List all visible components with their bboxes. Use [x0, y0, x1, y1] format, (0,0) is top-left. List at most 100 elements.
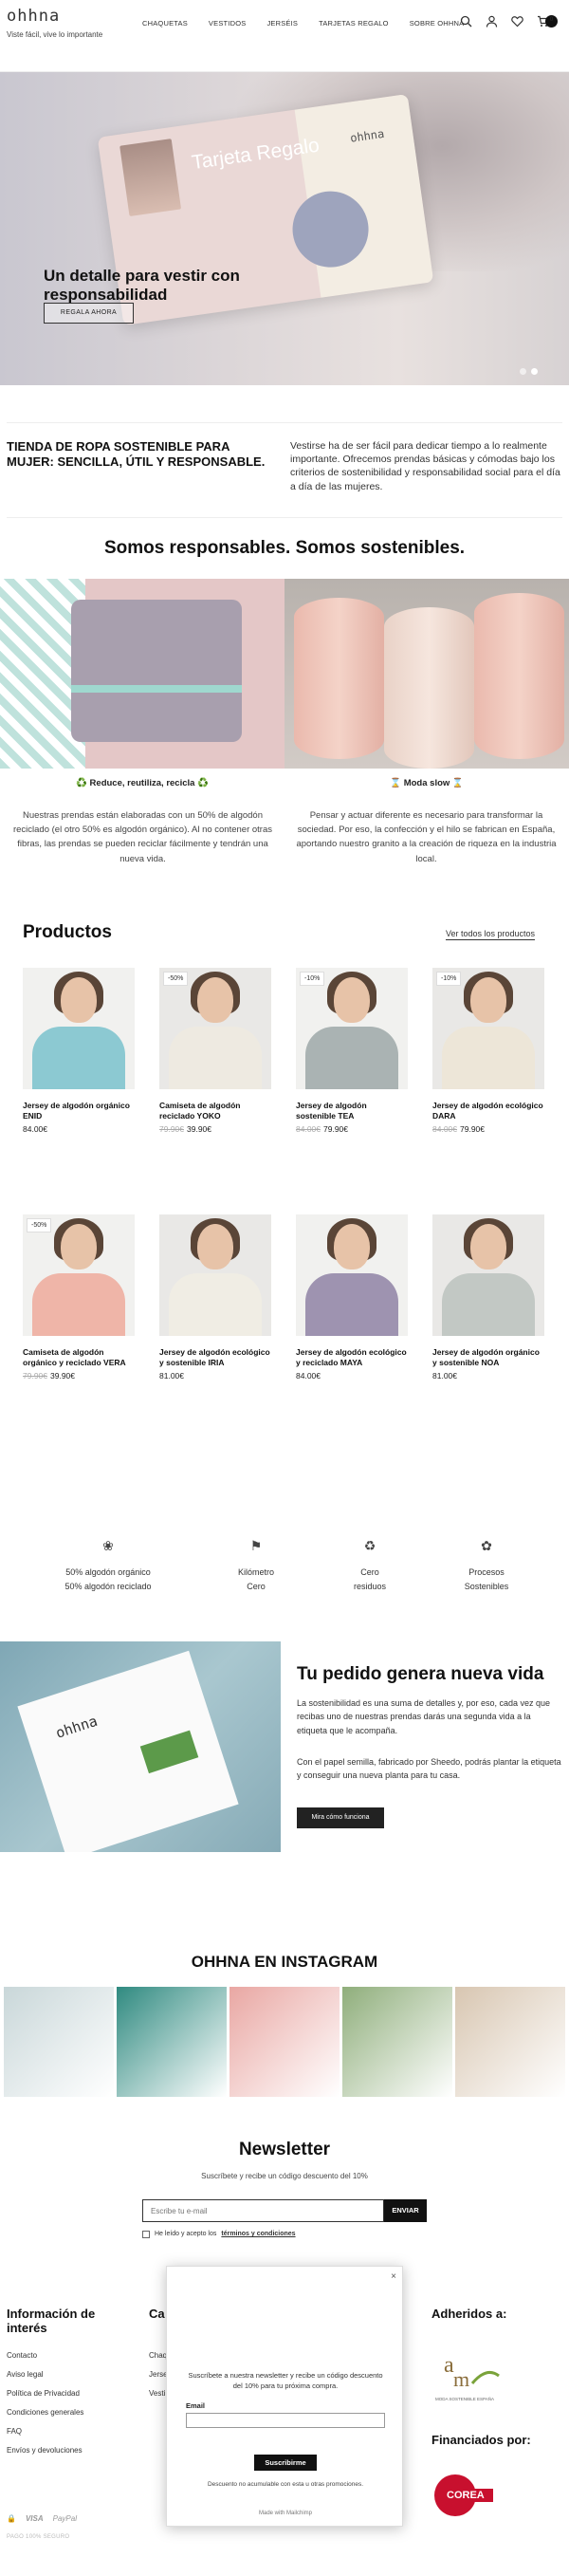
- intro-heading: TIENDA DE ROPA SOSTENIBLE PARA MUJER: SE…: [7, 439, 266, 469]
- popup-subscribe-button[interactable]: Suscribirme: [254, 2455, 317, 2471]
- product-image[interactable]: [159, 1214, 271, 1336]
- lock-icon: 🔒: [7, 2514, 16, 2523]
- corea-logo: COREA: [431, 2472, 507, 2519]
- search-icon[interactable]: [460, 15, 472, 28]
- slider-dots: [520, 368, 538, 375]
- km-zero-icon: ⚑: [249, 1538, 263, 1553]
- feature-zero-waste: ♻ Cero residuos: [303, 1535, 436, 1593]
- old-price: 79.90€: [159, 1124, 184, 1135]
- product-image[interactable]: -50%: [159, 968, 271, 1089]
- svg-text:m: m: [453, 2367, 469, 2391]
- footer-cat-link[interactable]: Chaq: [149, 2351, 167, 2362]
- seed-paper-label-image: ohhna: [0, 1641, 281, 1852]
- product-card[interactable]: Jersey de algodón orgánico y sostenible …: [432, 1214, 544, 1382]
- current-price: 81.00€: [432, 1371, 457, 1381]
- divider: [7, 422, 562, 423]
- visa-icon: VISA: [25, 2514, 44, 2523]
- instagram-post[interactable]: [117, 1987, 227, 2097]
- old-price: 84.00€: [432, 1124, 457, 1135]
- product-image[interactable]: -10%: [296, 968, 408, 1089]
- order-text-1: La sostenibilidad es una suma de detalle…: [297, 1698, 551, 1735]
- process-icon: ✿: [481, 1538, 492, 1553]
- product-card[interactable]: -10% Jersey de algodón ecológico DARA 84.0…: [432, 968, 544, 1136]
- product-name[interactable]: Camiseta de algodón reciclado YOKO: [159, 1101, 271, 1121]
- product-image[interactable]: [432, 1214, 544, 1336]
- popup-note: Descuento no acumulable con esta u otras…: [207, 2481, 364, 2488]
- heart-icon[interactable]: [511, 15, 523, 28]
- footer-info-heading: Información de interés: [7, 2307, 96, 2335]
- nav-sobre-ohhna[interactable]: SOBRE OHHNA: [410, 19, 465, 28]
- product-name[interactable]: Jersey de algodón ecológico y sostenible…: [159, 1347, 271, 1368]
- payment-methods: 🔒 VISA PayPal: [7, 2514, 77, 2525]
- footer-link[interactable]: Condiciones generales: [7, 2408, 83, 2418]
- site-tagline: Viste fácil, vive lo importante: [7, 30, 103, 39]
- footer-categories-heading: Ca: [149, 2307, 165, 2321]
- product-image[interactable]: -50%: [23, 1214, 135, 1336]
- popup-email-input[interactable]: [186, 2413, 385, 2428]
- product-price: 84.00€ 79.90€: [296, 1124, 408, 1135]
- secure-payment-note: PAGO 100% SEGURO: [7, 2534, 70, 2540]
- footer-link[interactable]: Envíos y devoluciones: [7, 2446, 83, 2456]
- instagram-post[interactable]: [455, 1987, 565, 2097]
- product-name[interactable]: Camiseta de algodón orgánico y reciclado…: [23, 1347, 135, 1368]
- close-icon[interactable]: ×: [391, 2270, 396, 2284]
- slider-dot-1[interactable]: [520, 368, 526, 375]
- product-card[interactable]: Jersey de algodón ecológico y sostenible…: [159, 1214, 271, 1382]
- product-card[interactable]: -10% Jersey de algodón sostenible TEA 84.0…: [296, 968, 408, 1136]
- old-price: 84.00€: [296, 1124, 321, 1135]
- how-it-works-button[interactable]: Mira cómo funciona: [297, 1807, 384, 1828]
- product-image[interactable]: -10%: [432, 968, 544, 1089]
- current-price: 39.90€: [187, 1124, 211, 1135]
- zero-waste-icon: ♻: [363, 1538, 376, 1553]
- nav-tarjetas-regalo[interactable]: TARJETAS REGALO: [319, 19, 389, 28]
- terms-link[interactable]: términos y condiciones: [221, 2230, 295, 2238]
- user-icon[interactable]: [486, 15, 498, 28]
- site-logo[interactable]: ohhna: [7, 6, 60, 28]
- main-nav: CHAQUETAS VESTIDOS JERSÉIS TARJETAS REGA…: [142, 19, 485, 28]
- feature-slow-text: Pensar y actuar diferente es necesario p…: [296, 810, 557, 864]
- feature-processes: ✿ Procesos Sostenibles: [420, 1535, 553, 1593]
- footer-link[interactable]: FAQ: [7, 2427, 22, 2437]
- see-all-products-link[interactable]: Ver todos los productos: [446, 928, 536, 941]
- nav-vestidos[interactable]: VESTIDOS: [209, 19, 247, 28]
- product-card[interactable]: Jersey de algodón orgánico ENID 84.00€: [23, 968, 135, 1136]
- instagram-post[interactable]: [342, 1987, 452, 2097]
- product-image[interactable]: [296, 1214, 408, 1336]
- product-price: 79.90€ 39.90€: [23, 1371, 135, 1381]
- instagram-post[interactable]: [4, 1987, 114, 2097]
- product-name[interactable]: Jersey de algodón sostenible TEA: [296, 1101, 408, 1121]
- feature-reduce-text: Nuestras prendas están elaboradas con un…: [12, 810, 273, 864]
- product-price: 84.00€ 79.90€: [432, 1124, 544, 1135]
- footer-cat-link[interactable]: Jerse: [149, 2370, 168, 2381]
- product-card[interactable]: -50% Camiseta de algodón orgánico y recic…: [23, 1214, 135, 1382]
- feature-reduce-title: ♻️ Reduce, reutiliza, recicla ♻️: [76, 778, 209, 788]
- footer-link[interactable]: Política de Privacidad: [7, 2389, 80, 2400]
- nav-jerseis[interactable]: JERSÉIS: [266, 19, 298, 28]
- slider-dot-2[interactable]: [531, 368, 538, 375]
- product-card[interactable]: Jersey de algodón ecológico y reciclado …: [296, 1214, 408, 1382]
- product-card[interactable]: -50% Camiseta de algodón reciclado YOKO 79…: [159, 968, 271, 1136]
- product-name[interactable]: Jersey de algodón ecológico y reciclado …: [296, 1347, 408, 1368]
- product-name[interactable]: Jersey de algodón orgánico ENID: [23, 1101, 135, 1121]
- newsletter-email-input[interactable]: [142, 2199, 384, 2222]
- header-icons: 0: [460, 15, 560, 28]
- nav-chaquetas[interactable]: CHAQUETAS: [142, 19, 188, 28]
- footer-link[interactable]: Aviso legal: [7, 2370, 44, 2381]
- popup-mailchimp: Made with Mailchimp: [258, 2511, 313, 2516]
- product-name[interactable]: Jersey de algodón ecológico DARA: [432, 1101, 544, 1121]
- consent-checkbox[interactable]: [142, 2230, 150, 2238]
- newsletter-submit-button[interactable]: ENVIAR: [384, 2199, 427, 2222]
- current-price: 39.90€: [50, 1371, 75, 1381]
- instagram-post[interactable]: [229, 1987, 340, 2097]
- order-heading: Tu pedido genera nueva vida: [297, 1664, 544, 1684]
- hero-cta-button[interactable]: REGALA AHORA: [44, 303, 134, 324]
- product-name[interactable]: Jersey de algodón orgánico y sostenible …: [432, 1347, 544, 1368]
- footer-financiados-heading: Financiados por:: [431, 2433, 531, 2447]
- cart-icon[interactable]: 0: [537, 15, 560, 28]
- current-price: 81.00€: [159, 1371, 184, 1381]
- discount-badge: -50%: [163, 972, 189, 987]
- product-image[interactable]: [23, 968, 135, 1089]
- footer-link[interactable]: Contacto: [7, 2351, 37, 2362]
- footer-cat-link[interactable]: Vesti: [149, 2389, 165, 2400]
- hero-headline: Un detalle para vestir con responsabilid…: [44, 267, 240, 304]
